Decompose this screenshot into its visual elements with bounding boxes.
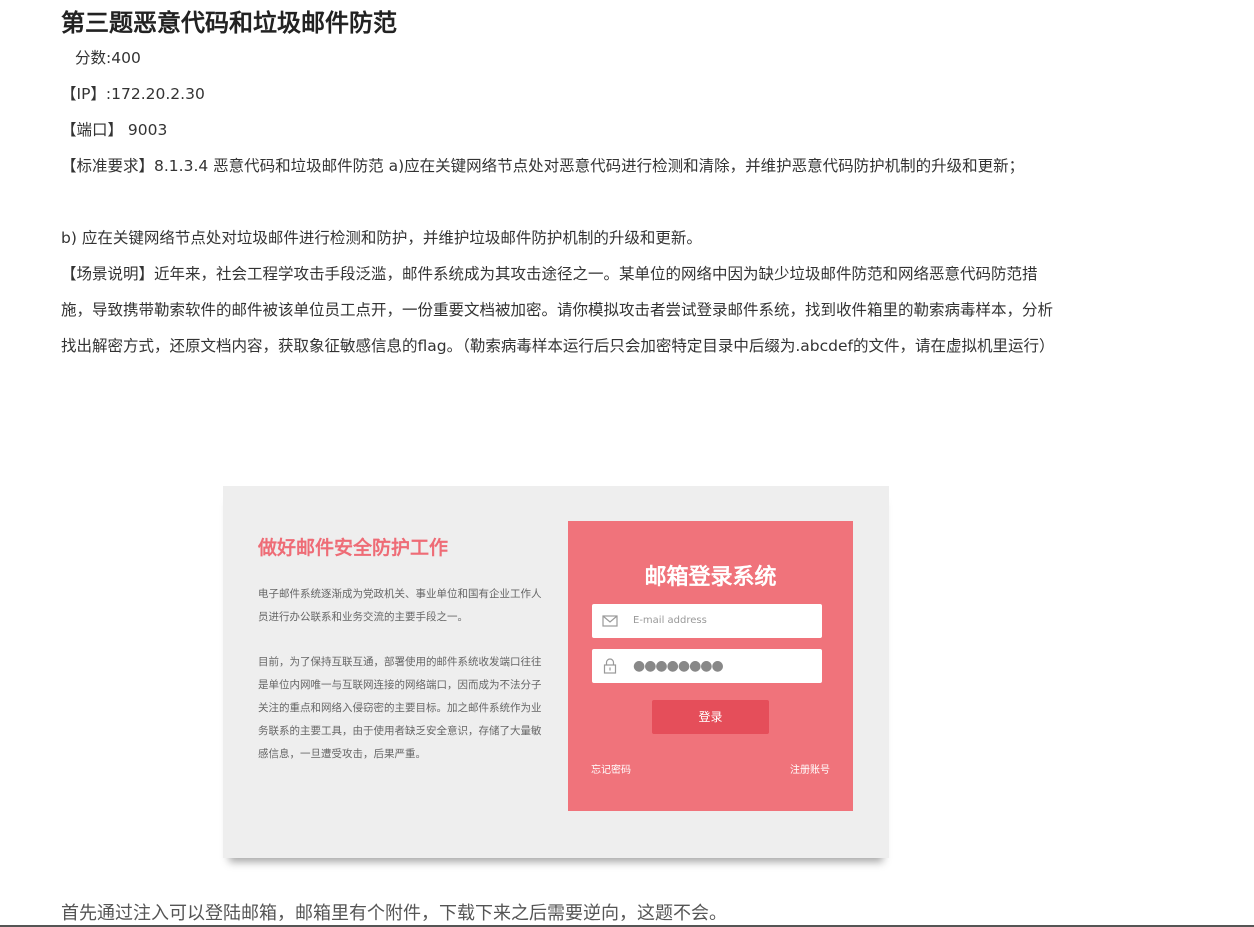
scenario-text: 【场景说明】近年来，社会工程学攻击手段泛滥，邮件系统成为其攻击途径之一。某单位的… bbox=[61, 265, 1055, 355]
page: 第三题恶意代码和垃圾邮件防范 分数:400 【IP】:172.20.2.30 【… bbox=[0, 0, 1254, 927]
standard-b-text: b) 应在关键网络节点处对垃圾邮件进行检测和防护，并维护垃圾邮件防护机制的升级和… bbox=[61, 229, 702, 247]
login-page-screenshot: 做好邮件安全防护工作 电子邮件系统逐渐成为党政机关、事业单位和国有企业工作人员进… bbox=[223, 486, 889, 858]
login-button[interactable]: 登录 bbox=[652, 700, 769, 734]
login-title: 邮箱登录系统 bbox=[644, 565, 777, 590]
standard-text: 【标准要求】8.1.3.4 恶意代码和垃圾邮件防范 a)应在关键网络节点处对恶意… bbox=[61, 157, 1025, 175]
score-text: 分数:400 bbox=[75, 49, 141, 67]
email-placeholder: E-mail address bbox=[633, 615, 707, 626]
mail-icon bbox=[602, 615, 618, 627]
password-value: ●●●●●●●● bbox=[633, 658, 724, 674]
login-panel: 邮箱登录系统 E-mail address ●●●●●●●● 登录 忘记密码 注… bbox=[568, 521, 853, 811]
note-text: 首先通过注入可以登陆邮箱，邮箱里有个附件，下载下来之后需要逆向，这题不会。 bbox=[61, 903, 727, 924]
screenshot-paragraph-2: 目前，为了保持互联互通，部署使用的邮件系统收发端口往往是单位内网唯一与互联网连接… bbox=[258, 656, 542, 760]
port-text: 【端口】 9003 bbox=[61, 121, 168, 139]
forgot-password-link[interactable]: 忘记密码 bbox=[591, 761, 631, 776]
register-link[interactable]: 注册账号 bbox=[790, 761, 830, 776]
ip-text: 【IP】:172.20.2.30 bbox=[61, 85, 205, 103]
screenshot-paragraph-1: 电子邮件系统逐渐成为党政机关、事业单位和国有企业工作人员进行办公联系和业务交流的… bbox=[258, 588, 542, 623]
email-field[interactable]: E-mail address bbox=[592, 604, 822, 638]
password-field[interactable]: ●●●●●●●● bbox=[592, 649, 822, 683]
page-title: 第三题恶意代码和垃圾邮件防范 bbox=[61, 9, 397, 37]
lock-icon bbox=[603, 658, 617, 674]
screenshot-heading: 做好邮件安全防护工作 bbox=[258, 537, 449, 559]
